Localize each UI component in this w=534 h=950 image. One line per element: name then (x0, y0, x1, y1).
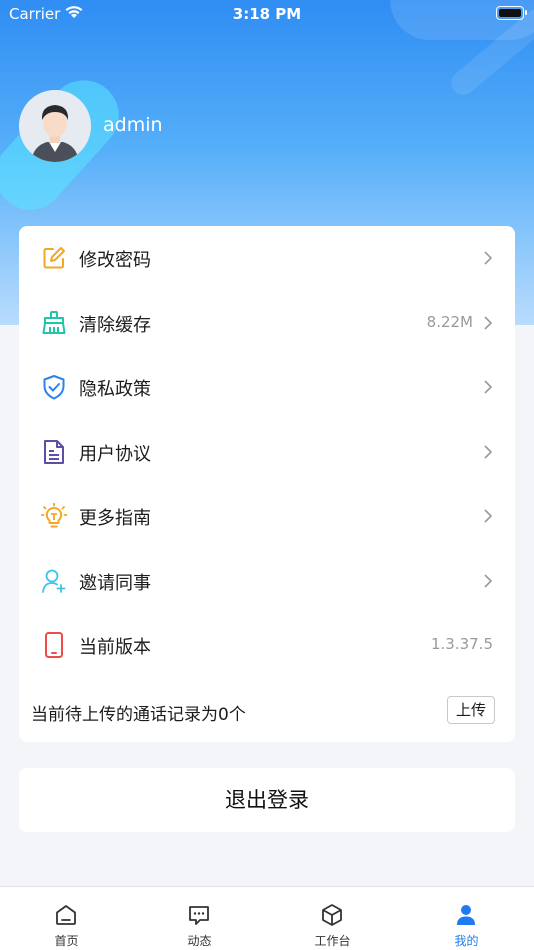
username: admin (103, 114, 163, 136)
edit-icon (43, 247, 65, 269)
tab-label: 工作台 (314, 934, 351, 948)
person-icon (457, 905, 475, 925)
lightbulb-icon (41, 503, 67, 528)
chevron-right-icon (484, 251, 493, 265)
menu-item-current-version: 当前版本 1.3.37.5 (19, 613, 515, 677)
menu-item-label: 清除缓存 (79, 315, 151, 336)
version-number: 1.3.37.5 (430, 635, 493, 653)
menu-item-clear-cache[interactable]: 清除缓存 8.22M (19, 291, 515, 355)
pending-upload-text: 当前待上传的通话记录为0个 (31, 705, 246, 725)
upload-row: 当前待上传的通话记录为0个 上传 (19, 678, 515, 742)
shield-check-icon (43, 375, 65, 400)
menu-item-user-agreement[interactable]: 用户协议 (19, 420, 515, 484)
chevron-right-icon (484, 316, 493, 330)
tab-label: 动态 (187, 934, 212, 948)
upload-button[interactable]: 上传 (447, 696, 495, 724)
menu-item-label: 隐私政策 (79, 379, 151, 400)
tab-label: 我的 (454, 934, 479, 948)
chevron-right-icon (484, 509, 493, 523)
menu-item-label: 用户协议 (79, 444, 151, 465)
menu-item-more-guides[interactable]: 更多指南 (19, 484, 515, 548)
cache-size: 8.22M (426, 313, 473, 331)
message-icon (189, 906, 209, 925)
phone-icon (45, 632, 63, 658)
menu-item-invite-colleague[interactable]: 邀请同事 (19, 549, 515, 613)
broom-icon (42, 311, 66, 334)
chevron-right-icon (484, 445, 493, 459)
cube-icon (322, 904, 342, 926)
tab-feed[interactable]: 动态 (133, 887, 266, 950)
menu-card: 修改密码 清除缓存 8.22M 隐私政策 用户协议 更多指南 邀请同事 当前版本… (19, 226, 515, 742)
home-icon (56, 905, 76, 925)
status-bar: Carrier 3:18 PM (0, 0, 534, 28)
menu-item-change-password[interactable]: 修改密码 (19, 226, 515, 290)
tab-label: 首页 (54, 934, 79, 948)
chevron-right-icon (484, 380, 493, 394)
clock: 3:18 PM (232, 5, 302, 23)
avatar[interactable] (19, 90, 91, 162)
battery-icon (496, 6, 527, 20)
tab-mine[interactable]: 我的 (400, 887, 533, 950)
avatar-person-icon (19, 90, 91, 162)
chevron-right-icon (484, 574, 493, 588)
tab-workbench[interactable]: 工作台 (266, 887, 399, 950)
menu-item-privacy-policy[interactable]: 隐私政策 (19, 355, 515, 419)
user-add-icon (42, 569, 66, 593)
logout-button[interactable]: 退出登录 (19, 768, 515, 832)
menu-item-label: 更多指南 (79, 508, 151, 529)
menu-item-label: 邀请同事 (79, 573, 151, 594)
document-icon (44, 440, 64, 464)
menu-item-label: 当前版本 (79, 637, 151, 658)
menu-item-label: 修改密码 (79, 250, 151, 271)
tab-home[interactable]: 首页 (0, 887, 133, 950)
tab-bar: 首页 动态 工作台 我的 (0, 886, 534, 950)
